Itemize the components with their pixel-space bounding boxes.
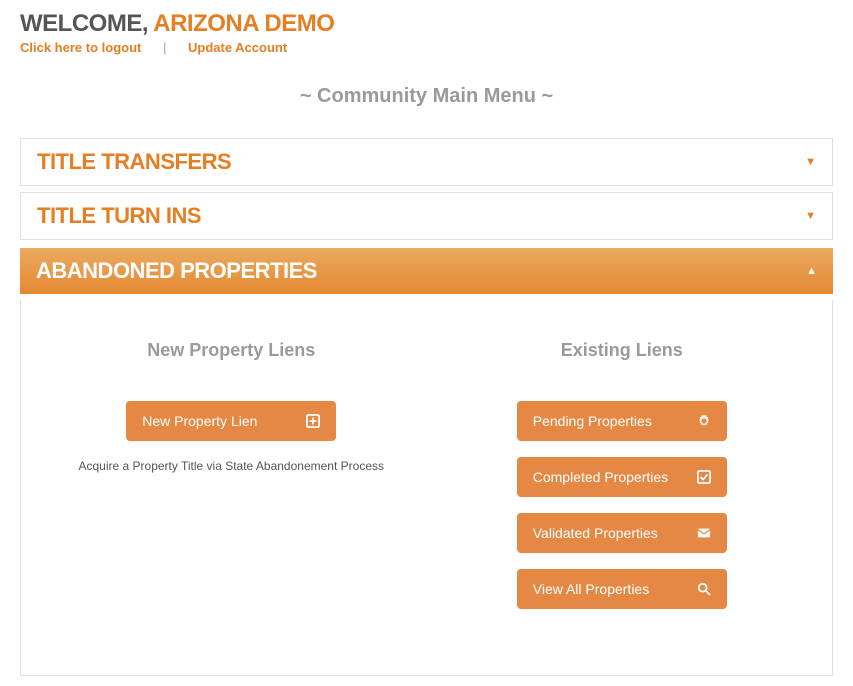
view-all-properties-button[interactable]: View All Properties bbox=[517, 569, 727, 609]
abandoned-properties-panel: New Property Liens New Property Lien Acq… bbox=[20, 300, 833, 676]
subheader-links: Click here to logout | Update Account bbox=[20, 40, 833, 55]
search-icon bbox=[697, 582, 711, 596]
button-label: Validated Properties bbox=[533, 525, 658, 541]
logout-link[interactable]: Click here to logout bbox=[20, 40, 141, 55]
chevron-down-icon: ▼ bbox=[805, 156, 816, 168]
accordion-label: TITLE TURN INS bbox=[37, 203, 201, 229]
pending-properties-button[interactable]: Pending Properties bbox=[517, 401, 727, 441]
welcome-prefix: WELCOME, bbox=[20, 10, 153, 37]
page-header: WELCOME, ARIZONA DEMO Click here to logo… bbox=[20, 10, 833, 55]
plus-square-icon bbox=[306, 414, 320, 428]
chevron-down-icon: ▼ bbox=[805, 210, 816, 222]
menu-title: ~ Community Main Menu ~ bbox=[20, 85, 833, 108]
envelope-icon bbox=[697, 526, 711, 540]
column-title: Existing Liens bbox=[442, 340, 803, 361]
button-label: New Property Lien bbox=[142, 413, 257, 429]
accordion-label: TITLE TRANSFERS bbox=[37, 149, 231, 175]
accordion-label: ABANDONED PROPERTIES bbox=[36, 258, 317, 284]
accordion-abandoned-properties[interactable]: ABANDONED PROPERTIES ▲ bbox=[20, 248, 833, 294]
column-title: New Property Liens bbox=[51, 340, 412, 361]
welcome-heading: WELCOME, ARIZONA DEMO bbox=[20, 10, 833, 38]
accordion-title-transfers[interactable]: TITLE TRANSFERS ▼ bbox=[20, 138, 833, 186]
welcome-username: ARIZONA DEMO bbox=[153, 10, 334, 37]
button-label: View All Properties bbox=[533, 581, 649, 597]
update-account-link[interactable]: Update Account bbox=[188, 40, 287, 55]
check-square-icon bbox=[697, 470, 711, 484]
accordion-header[interactable]: TITLE TRANSFERS ▼ bbox=[21, 139, 832, 185]
gear-icon bbox=[697, 414, 711, 428]
existing-liens-column: Existing Liens Pending Properties Comple… bbox=[442, 340, 803, 625]
validated-properties-button[interactable]: Validated Properties bbox=[517, 513, 727, 553]
completed-properties-button[interactable]: Completed Properties bbox=[517, 457, 727, 497]
accordion-header[interactable]: ABANDONED PROPERTIES ▲ bbox=[20, 248, 833, 294]
button-label: Completed Properties bbox=[533, 469, 668, 485]
chevron-up-icon: ▲ bbox=[806, 265, 817, 277]
new-property-lien-button[interactable]: New Property Lien bbox=[126, 401, 336, 441]
link-divider: | bbox=[163, 40, 166, 55]
accordion-title-turn-ins[interactable]: TITLE TURN INS ▼ bbox=[20, 192, 833, 240]
accordion-header[interactable]: TITLE TURN INS ▼ bbox=[21, 193, 832, 239]
button-label: Pending Properties bbox=[533, 413, 652, 429]
helper-text: Acquire a Property Title via State Aband… bbox=[51, 459, 412, 473]
new-liens-column: New Property Liens New Property Lien Acq… bbox=[51, 340, 412, 625]
